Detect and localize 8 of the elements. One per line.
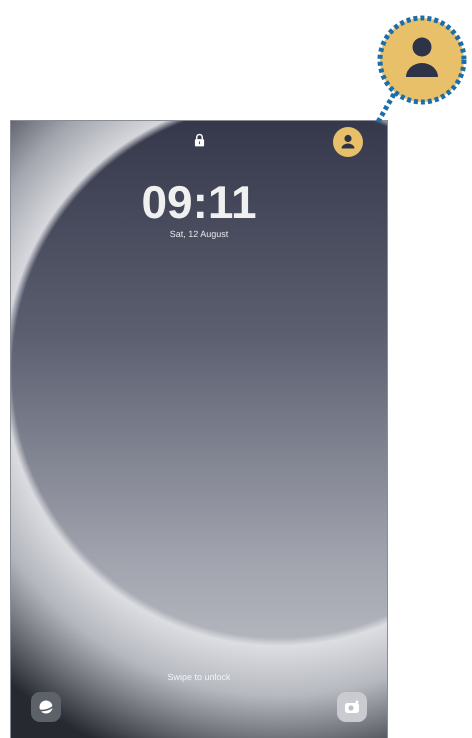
padlock-icon: [194, 133, 204, 147]
swipe-hint: Swipe to unlock: [167, 672, 231, 682]
clock-date: Sat, 12 August: [170, 229, 228, 239]
clock-time: 09:11: [141, 179, 257, 225]
camera-icon[interactable]: [337, 692, 367, 722]
person-icon: [406, 38, 438, 77]
avatar-icon[interactable]: [333, 127, 363, 157]
planet-icon[interactable]: [31, 692, 61, 722]
